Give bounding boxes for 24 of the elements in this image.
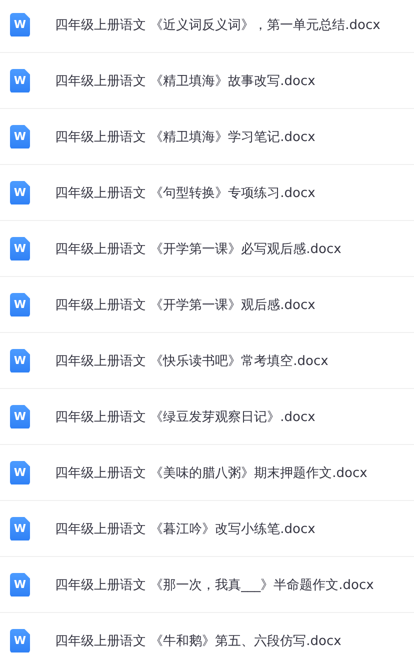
file-name[interactable]: 四年级上册语文 《句型转换》专项练习.docx	[55, 184, 316, 202]
word-document-icon: W	[10, 12, 30, 36]
file-name[interactable]: 四年级上册语文 《精卫填海》故事改写.docx	[55, 72, 316, 90]
file-name[interactable]: 四年级上册语文 《开学第一课》必写观后感.docx	[55, 240, 342, 258]
word-document-icon: W	[10, 236, 30, 260]
word-document-icon: W	[10, 292, 30, 316]
word-document-icon: W	[10, 124, 30, 148]
file-name[interactable]: 四年级上册语文 《精卫填海》学习笔记.docx	[55, 128, 316, 146]
word-document-icon: W	[10, 68, 30, 92]
file-name[interactable]: 四年级上册语文 《暮江吟》改写小练笔.docx	[55, 520, 316, 538]
word-document-icon: W	[10, 348, 30, 372]
file-name[interactable]: 四年级上册语文 《牛和鹅》第五、六段仿写.docx	[55, 632, 342, 650]
file-name[interactable]: 四年级上册语文 《近义词反义词》，第一单元总结.docx	[55, 16, 380, 34]
word-document-icon: W	[10, 180, 30, 204]
file-name[interactable]: 四年级上册语文 《开学第一课》观后感.docx	[55, 296, 316, 314]
file-name[interactable]: 四年级上册语文 《绿豆发芽观察日记》.docx	[55, 408, 316, 426]
file-name[interactable]: 四年级上册语文 《快乐读书吧》常考填空.docx	[55, 352, 328, 370]
word-document-icon: W	[10, 404, 30, 428]
word-document-icon: W	[10, 460, 30, 484]
word-document-icon: W	[10, 572, 30, 596]
word-document-icon: W	[10, 628, 30, 652]
word-document-icon: W	[10, 516, 30, 540]
file-name[interactable]: 四年级上册语文 《美味的腊八粥》期末押题作文.docx	[55, 464, 368, 482]
file-name[interactable]: 四年级上册语文 《那一次，我真___》半命题作文.docx	[55, 576, 374, 594]
